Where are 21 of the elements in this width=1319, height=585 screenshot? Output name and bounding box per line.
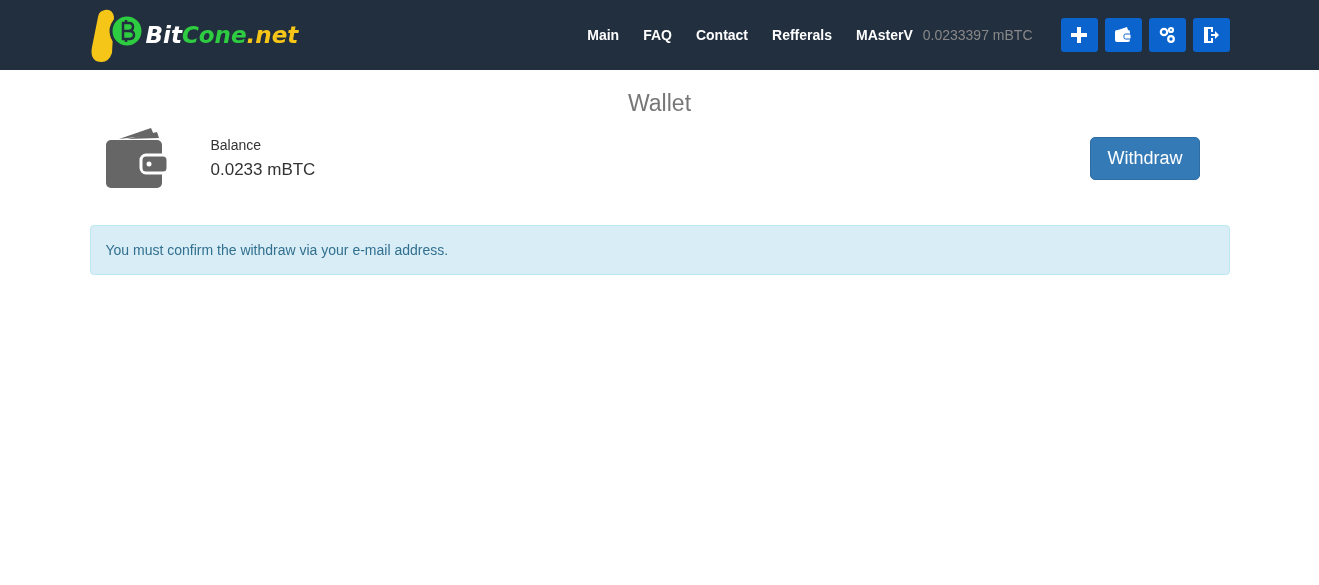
info-alert: You must confirm the withdraw via your e-mail address.: [89, 225, 1230, 275]
logout-icon: [1202, 26, 1220, 44]
user-balance: 0.0233397 mBTC: [922, 27, 1033, 43]
nav-link[interactable]: Contact: [695, 27, 749, 43]
settings-button[interactable]: [1148, 18, 1186, 52]
wallet-icon: [1114, 26, 1132, 44]
nav-link[interactable]: Refferals: [772, 27, 832, 43]
logo-text[interactable]: BitCone.net: [145, 22, 299, 48]
username-link[interactable]: MAsterV: [855, 27, 913, 43]
balance-label: Balance: [210, 136, 263, 153]
wallet-button[interactable]: [1104, 18, 1142, 52]
logout-button[interactable]: [1192, 18, 1230, 52]
balance-value: 0.0233 mBTC: [210, 159, 316, 180]
withdraw-button[interactable]: Withdraw: [1090, 136, 1200, 180]
gears-icon: [1158, 26, 1176, 44]
plus-icon: [1070, 26, 1088, 44]
wallet-icon: [104, 127, 169, 189]
page-title: Wallet: [626, 90, 693, 117]
add-button[interactable]: [1060, 18, 1098, 52]
nav-link[interactable]: Main: [587, 27, 620, 43]
nav-link[interactable]: FAQ: [643, 27, 672, 43]
